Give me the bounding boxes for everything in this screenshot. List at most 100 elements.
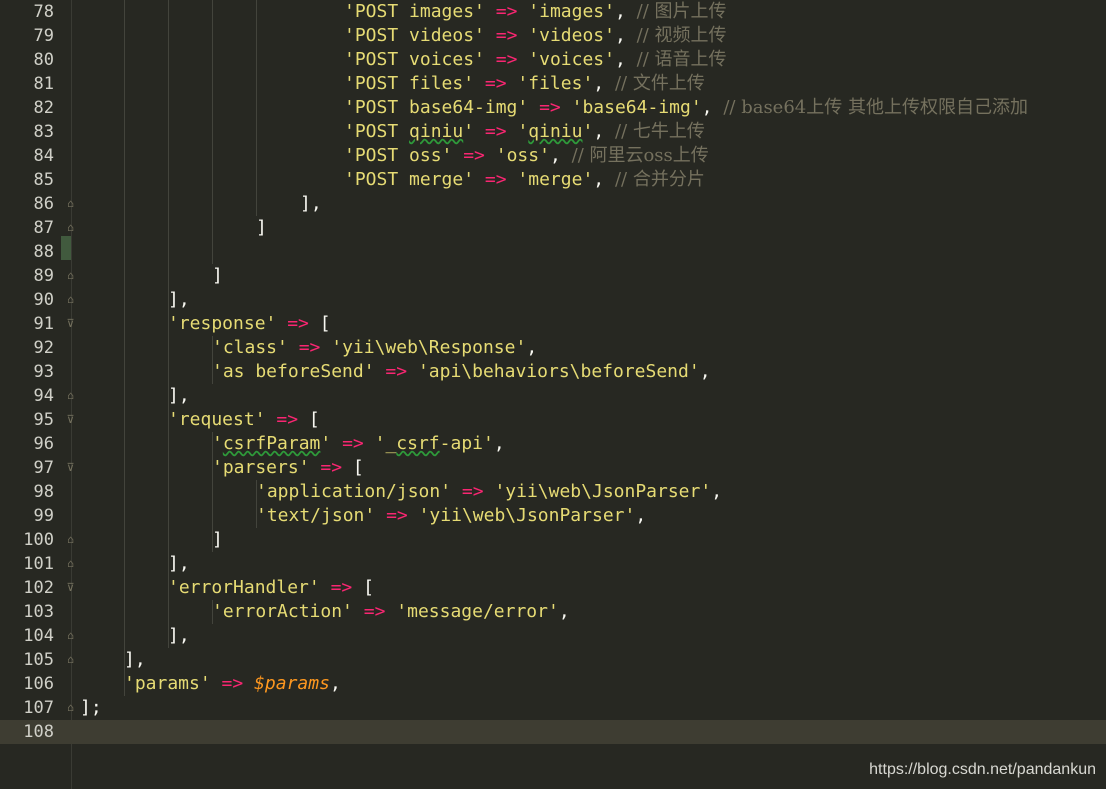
token-p [211,673,222,694]
code-line[interactable]: 92 'class' => 'yii\web\Response', [0,336,1106,360]
code-line[interactable]: 103 'errorAction' => 'message/error', [0,600,1106,624]
code-line[interactable]: 91 ⊽ 'response' => [ [0,312,1106,336]
fold-start-icon[interactable]: ⊽ [64,317,77,331]
code-text[interactable]: 'errorHandler' => [ [168,576,374,600]
fold-end-icon[interactable]: ⌂ [64,701,77,715]
indent-guide [124,0,125,24]
code-text[interactable]: 'parsers' => [ [212,456,364,480]
fold-end-icon[interactable]: ⌂ [64,557,77,571]
code-line[interactable]: 96 'csrfParam' => '_csrf-api', [0,432,1106,456]
line-number: 101 [23,554,54,574]
indent-guide [124,360,125,384]
fold-end-icon[interactable]: ⌂ [64,533,77,547]
line-number: 84 [33,146,54,166]
fold-start-icon[interactable]: ⊽ [64,461,77,475]
code-line[interactable]: 87 ⌂] [0,216,1106,240]
code-text[interactable]: 'POST images' => 'images', // 图片上传 [344,0,727,24]
fold-end-icon[interactable]: ⌂ [64,293,77,307]
indent-guide [124,384,125,408]
code-text[interactable]: 'response' => [ [168,312,331,336]
code-text[interactable]: 'POST videos' => 'videos', // 视频上传 [344,24,727,48]
code-line[interactable]: 88 [0,236,1106,264]
code-line[interactable]: 102 ⊽ 'errorHandler' => [ [0,576,1106,600]
fold-end-icon[interactable]: ⌂ [64,389,77,403]
code-line[interactable]: 83 'POST qiniu' => 'qiniu', // 七牛上传 [0,120,1106,144]
code-line[interactable]: 84 'POST oss' => 'oss', // 阿里云oss上传 [0,144,1106,168]
fold-end-icon[interactable]: ⌂ [64,221,77,235]
token-op: => [363,601,386,622]
fold-end-icon[interactable]: ⌂ [64,629,77,643]
code-line[interactable]: 89 ⌂] [0,264,1106,288]
code-line[interactable]: 93 'as beforeSend' => 'api\behaviors\befo… [0,360,1106,384]
code-line[interactable]: 85 'POST merge' => 'merge', // 合并分片 [0,168,1106,192]
token-p: ] [256,217,267,238]
code-line[interactable]: 101 ⌂], [0,552,1106,576]
token-op: => [276,409,299,430]
code-text[interactable]: 'request' => [ [168,408,320,432]
line-number: 105 [23,650,54,670]
code-text[interactable]: 'POST base64-img' => 'base64-img', // ba… [344,96,1028,120]
code-line[interactable]: 80 'POST voices' => 'voices', // 语音上传 [0,48,1106,72]
fold-end-icon[interactable]: ⌂ [64,197,77,211]
code-line[interactable]: 86 ⌂], [0,192,1106,216]
code-text[interactable]: 'text/json' => 'yii\web\JsonParser', [256,504,646,528]
line-number: 94 [33,386,54,406]
code-line[interactable]: 104 ⌂], [0,624,1106,648]
code-text[interactable]: ] [212,264,223,288]
code-line[interactable]: 81 'POST files' => 'files', // 文件上传 [0,72,1106,96]
code-line[interactable]: 82 'POST base64-img' => 'base64-img', // … [0,96,1106,120]
indent-guide [212,144,213,168]
code-line[interactable]: 97 ⊽ 'parsers' => [ [0,456,1106,480]
code-text[interactable]: ], [300,192,322,216]
fold-end-icon[interactable]: ⌂ [64,653,77,667]
code-text[interactable]: 'POST merge' => 'merge', // 合并分片 [344,168,705,192]
code-line[interactable]: 107 ⌂]; [0,696,1106,720]
code-line[interactable]: 90 ⌂], [0,288,1106,312]
indent-guide [168,480,169,504]
fold-start-icon[interactable]: ⊽ [64,581,77,595]
code-text[interactable]: 'class' => 'yii\web\Response', [212,336,537,360]
indent-guide [168,144,169,168]
token-p [276,313,287,334]
code-line[interactable]: 108 [0,720,1106,744]
code-line[interactable]: 79 'POST videos' => 'videos', // 视频上传 [0,24,1106,48]
code-text[interactable]: ], [168,288,190,312]
code-line[interactable]: 78 'POST images' => 'images', // 图片上传 [0,0,1106,24]
code-text[interactable]: 'POST qiniu' => 'qiniu', // 七牛上传 [344,120,705,144]
indent-guide [124,288,125,312]
code-text[interactable]: 'params' => $params, [124,672,341,696]
code-line[interactable]: 99 'text/json' => 'yii\web\JsonParser', [0,504,1106,528]
indent-guide [256,168,257,192]
code-text[interactable]: 'application/json' => 'yii\web\JsonParse… [256,480,722,504]
code-editor[interactable]: 78 'POST images' => 'images', // 图片上传 79 'P… [0,0,1106,789]
code-text[interactable]: ], [168,624,190,648]
code-text[interactable]: 'POST oss' => 'oss', // 阿里云oss上传 [344,144,709,168]
code-line[interactable]: 95 ⊽ 'request' => [ [0,408,1106,432]
code-text[interactable]: 'errorAction' => 'message/error', [212,600,570,624]
fold-start-icon[interactable]: ⊽ [64,413,77,427]
code-text[interactable]: 'POST voices' => 'voices', // 语音上传 [344,48,727,72]
code-text[interactable]: 'POST files' => 'files', // 文件上传 [344,72,705,96]
code-text[interactable]: ] [212,528,223,552]
code-line[interactable]: 94 ⌂], [0,384,1106,408]
code-text[interactable]: 'as beforeSend' => 'api\behaviors\before… [212,360,711,384]
token-str: 'yii\web\JsonParser' [494,481,712,502]
indent-guide [124,528,125,552]
line-number: 78 [33,2,54,22]
token-str: 'response' [168,313,277,334]
code-text[interactable]: ], [168,384,190,408]
fold-end-icon[interactable]: ⌂ [64,269,77,283]
code-text[interactable]: ]; [80,696,102,720]
code-line[interactable]: 100 ⌂] [0,528,1106,552]
token-str: 'POST images' [344,1,485,22]
code-text[interactable]: ], [168,552,190,576]
token-p [507,73,518,94]
indent-guide [124,48,125,72]
token-op: => [385,361,408,382]
code-text[interactable]: ], [124,648,146,672]
code-line[interactable]: 105 ⌂], [0,648,1106,672]
code-line[interactable]: 106 'params' => $params, [0,672,1106,696]
code-text[interactable]: 'csrfParam' => '_csrf-api', [212,432,505,456]
code-text[interactable]: ] [256,216,267,240]
code-line[interactable]: 98 'application/json' => 'yii\web\JsonPar… [0,480,1106,504]
